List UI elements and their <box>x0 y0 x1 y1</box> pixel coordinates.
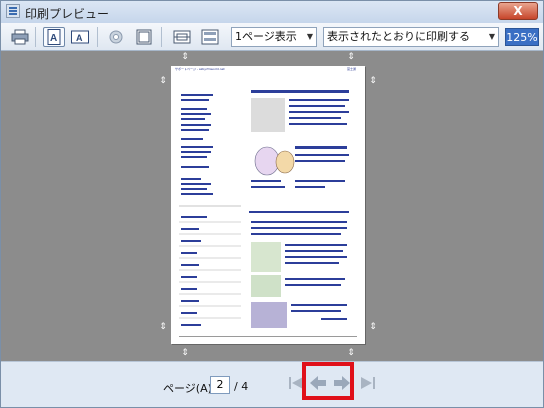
print-preview-window: 印刷プレビュー X A A 1ページ表示 ▼ 表示されたとおりに印刷する ▼ 1… <box>0 0 544 408</box>
last-page-icon <box>361 377 375 389</box>
print-preview-app-icon <box>6 4 20 18</box>
svg-text:A: A <box>50 33 57 44</box>
fit-width-button[interactable] <box>199 27 221 47</box>
pages-per-sheet-select[interactable]: 1ページ表示 ▼ <box>231 27 317 47</box>
preview-page: サポートページ - azby.fmworld.net 富士通 <box>171 66 365 344</box>
right-margin-handle-bottom[interactable]: ⇕ <box>347 349 355 358</box>
landscape-button[interactable]: A <box>69 27 91 47</box>
status-bar: ページ(A) 2 / 4 <box>1 361 543 407</box>
page-number-input[interactable]: 2 <box>210 376 230 394</box>
page-label: ページ(A) <box>163 382 212 395</box>
fullscreen-icon <box>173 30 191 44</box>
header-footer-button[interactable] <box>133 27 155 47</box>
highlight-box <box>302 362 354 400</box>
landscape-icon: A <box>71 30 89 44</box>
total-pages: / 4 <box>234 380 249 393</box>
toolbar-separator <box>97 27 98 47</box>
page-setup-button[interactable] <box>105 27 127 47</box>
toolbar: A A 1ページ表示 ▼ 表示されたとおりに印刷する ▼ 125% <box>1 23 543 51</box>
print-button[interactable] <box>9 27 31 47</box>
zoom-level[interactable]: 125% <box>505 28 539 46</box>
print-icon <box>11 29 29 45</box>
left-margin-handle-bottom[interactable]: ⇕ <box>181 349 189 358</box>
preview-header-left: サポートページ - azby.fmworld.net <box>175 67 225 71</box>
fullscreen-button[interactable] <box>171 27 193 47</box>
toolbar-separator <box>35 27 36 47</box>
print-mode-select[interactable]: 表示されたとおりに印刷する ▼ <box>323 27 499 47</box>
bottom-margin-handle-right[interactable]: ⇕ <box>369 323 377 332</box>
portrait-icon: A <box>47 29 61 45</box>
left-margin-handle-top[interactable]: ⇕ <box>181 53 189 62</box>
chevron-down-icon: ▼ <box>306 32 313 41</box>
svg-text:A: A <box>76 33 83 43</box>
window-title: 印刷プレビュー <box>25 7 110 21</box>
header-footer-icon <box>136 29 152 45</box>
bottom-margin-handle[interactable]: ⇕ <box>159 323 167 332</box>
pages-per-sheet-value: 1ページ表示 <box>235 30 297 43</box>
last-page-button[interactable] <box>359 374 377 392</box>
right-margin-handle-top[interactable]: ⇕ <box>347 53 355 62</box>
toolbar-separator <box>161 27 162 47</box>
fit-width-icon <box>201 29 219 45</box>
close-button[interactable]: X <box>498 2 538 20</box>
top-margin-handle-right[interactable]: ⇕ <box>369 77 377 86</box>
page-thumbnail <box>179 90 357 337</box>
preview-header-right: 富士通 <box>347 67 357 71</box>
page-setup-icon <box>109 30 123 44</box>
portrait-button[interactable]: A <box>43 27 65 47</box>
top-margin-handle[interactable]: ⇕ <box>159 77 167 86</box>
chevron-down-icon: ▼ <box>488 32 495 41</box>
title-bar[interactable]: 印刷プレビュー X <box>1 1 543 23</box>
preview-canvas: ⇕ ⇕ ⇕ ⇕ ⇕ ⇕ ⇕ ⇕ サポートページ - azby.fmworld.n… <box>1 51 543 361</box>
print-mode-value: 表示されたとおりに印刷する <box>327 30 470 43</box>
